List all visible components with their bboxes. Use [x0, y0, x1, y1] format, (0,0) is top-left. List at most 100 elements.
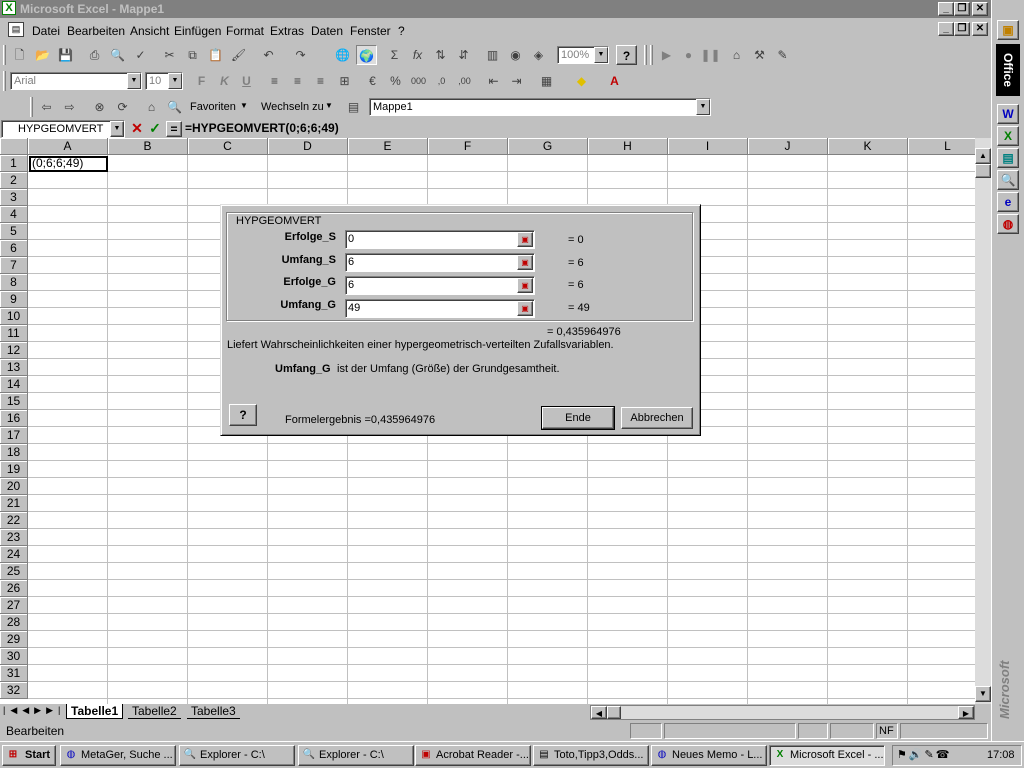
favorites-menu[interactable]: Favoriten [190, 101, 236, 113]
outlook-icon[interactable]: ▤ [997, 148, 1019, 168]
row-header[interactable]: 7 [0, 257, 28, 274]
row-header[interactable]: 13 [0, 359, 28, 376]
row-header[interactable]: 24 [0, 546, 28, 563]
menu-format[interactable]: Format [226, 24, 264, 38]
row-header[interactable]: 31 [0, 665, 28, 682]
percent-button[interactable]: % [385, 71, 406, 91]
menu-extras[interactable]: Extras [270, 24, 304, 38]
minimize-button[interactable]: _ [938, 2, 954, 16]
address-combo[interactable]: Mappe1 ▼ [369, 98, 711, 116]
back-icon[interactable]: ⇦ [36, 97, 57, 117]
col-header-d[interactable]: D [268, 138, 348, 155]
row-header[interactable]: 21 [0, 495, 28, 512]
menu-datei[interactable]: Datei [32, 24, 60, 38]
collapse-dialog-icon[interactable]: ▣ [517, 232, 533, 247]
currency-icon[interactable]: € [362, 71, 383, 91]
scroll-right-icon[interactable]: ▶ [958, 706, 974, 719]
row-header[interactable]: 2 [0, 172, 28, 189]
office-assistant-icon[interactable]: ? [616, 45, 637, 65]
tray-icons[interactable]: ⚑🔊✎☎ [897, 748, 951, 761]
drawing-icon[interactable]: ◈ [528, 45, 549, 65]
h-scroll-thumb[interactable] [607, 706, 621, 719]
row-header[interactable]: 27 [0, 597, 28, 614]
row-header[interactable]: 14 [0, 376, 28, 393]
horizontal-scrollbar[interactable]: ◀ ▶ [590, 705, 975, 720]
row-header[interactable]: 8 [0, 274, 28, 291]
row-header[interactable]: 12 [0, 342, 28, 359]
col-header-j[interactable]: J [748, 138, 828, 155]
doc-minimize-button[interactable]: _ [938, 22, 954, 36]
office-logo-icon[interactable]: ▣ [997, 20, 1019, 40]
arg-input-umfang-s[interactable]: 6 ▣ [345, 253, 535, 272]
stop-icon[interactable]: ⊗ [89, 97, 110, 117]
font-combo[interactable]: Arial ▼ [10, 72, 142, 90]
print-preview-icon[interactable]: 🔍 [107, 45, 128, 65]
refresh-icon[interactable]: ⟳ [112, 97, 133, 117]
row-header[interactable]: 32 [0, 682, 28, 699]
close-button[interactable]: ✕ [972, 2, 988, 16]
formula-text[interactable]: =HYPGEOMVERT(0;6;6;49) [185, 121, 339, 135]
thousands-button[interactable]: 000 [408, 71, 429, 91]
chevron-down-icon[interactable]: ▼ [168, 73, 182, 89]
task-explorer-2[interactable]: 🔍 Explorer - C:\ [298, 745, 414, 766]
start-button[interactable]: ⊞ Start [2, 745, 56, 766]
align-right-icon[interactable]: ≡ [310, 71, 331, 91]
col-header-a[interactable]: A [28, 138, 108, 155]
copy-icon[interactable]: ⧉ [182, 45, 203, 65]
font-size-combo[interactable]: 10 ▼ [145, 72, 183, 90]
collapse-dialog-icon[interactable]: ▣ [517, 255, 533, 270]
task-explorer-1[interactable]: 🔍 Explorer - C:\ [179, 745, 295, 766]
format-painter-icon[interactable]: 🖌 [228, 45, 249, 65]
arg-input-umfang-g[interactable]: 49 ▣ [345, 299, 535, 318]
edit-formula-button[interactable]: = [166, 121, 182, 137]
row-header[interactable]: 25 [0, 563, 28, 580]
menu-fenster[interactable]: Fenster [350, 24, 391, 38]
row-header[interactable]: 17 [0, 427, 28, 444]
paste-icon[interactable]: 📋 [205, 45, 226, 65]
row-header[interactable]: 6 [0, 240, 28, 257]
scroll-up-icon[interactable]: ▲ [975, 148, 991, 164]
goto-menu[interactable]: Wechseln zu [261, 101, 324, 113]
excel-icon[interactable]: X [997, 126, 1019, 146]
chevron-down-icon[interactable]: ▼ [110, 121, 124, 137]
task-excel[interactable]: X Microsoft Excel - ... [769, 745, 885, 766]
font-color-icon[interactable]: A [604, 71, 625, 91]
tab-tabelle2[interactable]: Tabelle2 [128, 704, 181, 719]
word-icon[interactable]: W [997, 104, 1019, 124]
row-header[interactable]: 9 [0, 291, 28, 308]
doc-restore-button[interactable]: ❐ [954, 22, 970, 36]
row-header[interactable]: 20 [0, 478, 28, 495]
run-macro-icon[interactable]: ▶ [656, 45, 677, 65]
undo-icon[interactable]: ↶ [258, 45, 279, 65]
row-header[interactable]: 23 [0, 529, 28, 546]
col-header-k[interactable]: K [828, 138, 908, 155]
doc-close-button[interactable]: ✕ [972, 22, 988, 36]
save-icon[interactable]: 💾 [55, 45, 76, 65]
col-header-e[interactable]: E [348, 138, 428, 155]
tools-icon[interactable]: ⚒ [749, 45, 770, 65]
ie-icon[interactable]: e [997, 192, 1019, 212]
home-icon[interactable]: ⌂ [141, 97, 162, 117]
col-header-c[interactable]: C [188, 138, 268, 155]
menu-einfuegen[interactable]: Einfügen [174, 24, 221, 38]
fill-color-icon[interactable]: ◆ [571, 71, 592, 91]
col-header-h[interactable]: H [588, 138, 668, 155]
find-icon[interactable]: 🔍 [997, 170, 1019, 190]
col-header-l[interactable]: L [908, 138, 975, 155]
merge-center-icon[interactable]: ⊞ [334, 71, 355, 91]
print-icon[interactable]: ⎙ [84, 45, 105, 65]
row-header[interactable]: 18 [0, 444, 28, 461]
chevron-down-icon[interactable]: ▼ [127, 73, 141, 89]
task-acrobat[interactable]: ▣ Acrobat Reader -... [415, 745, 531, 766]
task-metager[interactable]: ◍ MetaGer, Suche ... [60, 745, 176, 766]
zoom-combo[interactable]: 100% ▼ [557, 46, 609, 64]
name-box[interactable]: HYPGEOMVERT [1, 120, 125, 138]
collapse-dialog-icon[interactable]: ▣ [517, 278, 533, 293]
web-toolbar-icon[interactable]: 🌍 [356, 45, 377, 65]
tab-nav-icon[interactable]: |◀◀▶▶| [3, 705, 65, 716]
collapse-dialog-icon[interactable]: ▣ [517, 301, 533, 316]
record-macro-icon[interactable]: ● [678, 45, 699, 65]
row-header[interactable]: 16 [0, 410, 28, 427]
excel-logo-icon[interactable]: X [2, 1, 16, 15]
row-header[interactable]: 1 [0, 155, 28, 172]
